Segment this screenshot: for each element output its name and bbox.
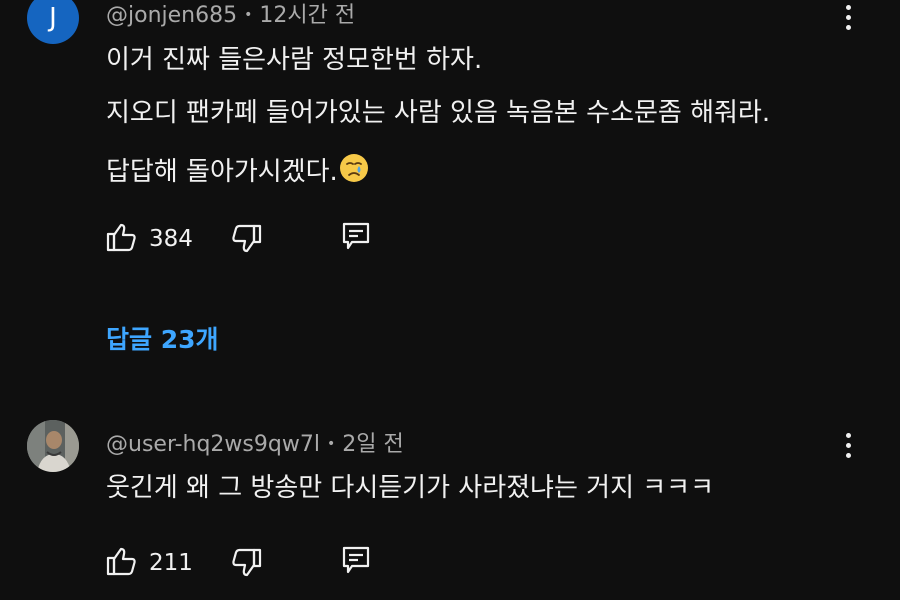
more-options-icon[interactable]	[843, 5, 853, 30]
timestamp: 2일 전	[342, 432, 404, 457]
avatar[interactable]	[27, 420, 79, 472]
avatar[interactable]: J	[27, 0, 79, 44]
comment-header: @jonjen685 • 12시간 전	[106, 0, 355, 29]
meta-separator: •	[244, 7, 253, 23]
avatar-letter: J	[49, 3, 57, 33]
reply-icon[interactable]	[342, 546, 370, 576]
avatar-photo-icon	[27, 420, 79, 472]
comment-line-with-emoji: 답답해 돌아가시겠다.	[106, 152, 370, 189]
dislike-icon[interactable]	[230, 548, 262, 578]
more-options-icon[interactable]	[843, 433, 853, 458]
comment-line: 지오디 팬카페 들어가있는 사람 있음 녹음본 수소문좀 해줘라.	[106, 98, 771, 128]
reply-icon[interactable]	[342, 222, 370, 252]
comment-line: 이거 진짜 들은사람 정모한번 하자.	[106, 45, 483, 75]
comment-line: 웃긴게 왜 그 방송만 다시듣기가 사라졌냐는 거지 ㅋㅋㅋ	[106, 473, 715, 503]
like-icon[interactable]	[106, 546, 138, 576]
like-count: 211	[149, 550, 193, 576]
view-replies-button[interactable]: 답글 23개	[106, 320, 219, 356]
crying-face-emoji	[338, 152, 370, 189]
author-handle[interactable]: @jonjen685	[106, 3, 237, 28]
timestamp: 12시간 전	[259, 3, 356, 28]
meta-separator: •	[326, 436, 336, 452]
comment-header: @user-hq2ws9qw7l • 2일 전	[106, 426, 404, 458]
comment-line: 답답해 돌아가시겠다.	[106, 157, 338, 187]
dislike-icon[interactable]	[230, 224, 262, 254]
author-handle[interactable]: @user-hq2ws9qw7l	[106, 432, 320, 457]
like-icon[interactable]	[106, 222, 138, 252]
like-count: 384	[149, 226, 193, 252]
